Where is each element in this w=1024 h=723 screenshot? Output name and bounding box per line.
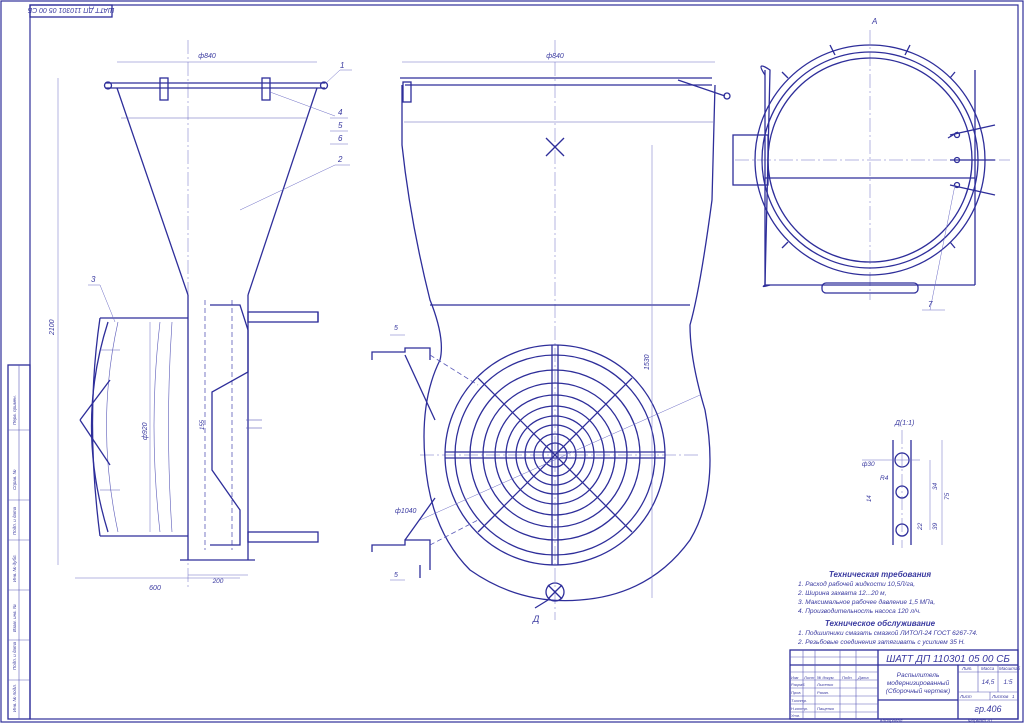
dim-75: 75: [944, 492, 951, 500]
view-label-a: А: [871, 17, 877, 26]
dim-side-base: 600: [149, 585, 161, 592]
side-stamp: Инв. № подл. Подп. и дата Взам. инв. № И…: [7, 364, 31, 720]
requirement-4: 4. Производительность насоса 120 л/ч.: [798, 607, 921, 615]
dim-r4: R4: [880, 475, 889, 482]
tb-row-prov: Пров.: [791, 690, 802, 695]
tb-mass: 14,5: [982, 679, 995, 686]
dim-22: 22: [917, 522, 924, 531]
dim-34: 34: [932, 482, 939, 490]
dim-pipe: 155: [200, 419, 206, 430]
tb-col-list: Лист: [803, 675, 815, 680]
tb-sheets-num: 1: [1012, 694, 1015, 699]
dim-d30: ф30: [862, 461, 875, 468]
requirement-1: 1. Расход рабочей жидкости 10,5Л/га,: [798, 580, 915, 588]
tb-format: Формат А1: [968, 718, 993, 723]
side-stamp-5: Подп. и дата: [12, 506, 17, 535]
dim-offset-bottom: 5: [394, 572, 398, 579]
side-stamp-1: Инв. № подл.: [12, 684, 17, 712]
tb-row-tkontr: Т.контр.: [791, 698, 807, 703]
dim-front-top: ф840: [546, 53, 564, 60]
side-stamp-3: Взам. инв. №: [12, 604, 17, 632]
tb-hdr-lit: Лит.: [961, 666, 973, 671]
top-stamp: ШАТТ ДП 110301 05 00 СБ: [27, 6, 114, 13]
tb-name-utv: Пащенко: [817, 706, 835, 711]
front-view: ф840 1530 ф1040 5 5 Д: [371, 40, 731, 624]
dim-front-height: 1530: [644, 354, 651, 370]
tb-hdr-scale: Масштаб: [999, 666, 1020, 671]
maintenance-1: 1. Подшипники смазать смазкой ЛИТОЛ-24 Г…: [798, 629, 978, 637]
dim-14: 14: [867, 495, 873, 502]
dim-neck: 200: [212, 578, 224, 585]
assembly-drawing: ШАТТ ДП 110301 05 00 СБ Инв. № подл. Под…: [0, 0, 1024, 723]
tb-col-date: Дата: [857, 675, 869, 680]
side-stamp-2: Подп. и дата: [12, 641, 17, 670]
dim-39: 39: [932, 522, 939, 530]
tb-sheet: Лист: [959, 694, 972, 699]
side-stamp-7: Перв. примен.: [12, 395, 17, 425]
requirements-title: Техническая требования: [829, 570, 932, 579]
callout-5: 5: [338, 121, 343, 130]
tb-group: гр.406: [975, 704, 1002, 714]
tb-row-nkontr: Н.контр.: [791, 706, 808, 711]
side-view: ф840 2100 600 200 ф920 155 1 4 5 6 2 3: [49, 40, 352, 592]
title-block: Изм Лист № докум. Подп. Дата Разраб. Лыс…: [789, 649, 1020, 723]
maintenance-2: 2. Резьбовые соединения затягивать с уси…: [797, 638, 965, 646]
tb-col-doc: № докум.: [817, 675, 835, 680]
requirement-3: 3. Максимальное рабочее давление 1,5 МПа…: [798, 598, 935, 606]
dim-height: 2100: [49, 319, 56, 336]
requirement-2: 2. Ширина захвата 12...20 м,: [797, 590, 887, 597]
tb-name-prov: Рязан.: [817, 690, 829, 695]
tb-scale: 1:5: [1003, 679, 1012, 686]
technical-notes: Техническая требования 1. Расход рабочей…: [797, 570, 978, 646]
callout-4: 4: [338, 108, 343, 117]
tb-name-2: модернизированный: [887, 679, 950, 687]
side-stamp-6: Справ. №: [12, 469, 17, 490]
dim-drum: ф920: [142, 422, 149, 440]
callout-6: 6: [338, 134, 343, 143]
tb-sheets: Листов: [991, 694, 1009, 699]
callout-3: 3: [91, 275, 96, 284]
tb-name-3: (Сборочный чертеж): [886, 687, 950, 695]
view-label-d: Д: [532, 614, 540, 624]
tb-copied: Копировал: [880, 718, 903, 723]
tb-name-razrab: Лысенко: [816, 682, 834, 687]
tb-designation: ШАТТ ДП 110301 05 00 СБ: [886, 654, 1010, 665]
detail-d: Д(1:1) ф30 R4 34 22 39 75 14: [862, 420, 951, 548]
tb-col-sign: Подп.: [842, 675, 853, 680]
maintenance-title: Техническое обслуживание: [825, 619, 936, 628]
dim-offset-top: 5: [394, 325, 398, 332]
dim-wheel: ф1040: [395, 508, 417, 515]
top-view: А 7: [732, 17, 1010, 311]
tb-hdr-mass: Масса: [981, 666, 995, 671]
callout-1: 1: [340, 61, 344, 70]
tb-col-izm: Изм: [791, 675, 799, 680]
tb-name-1: Распылитель: [897, 672, 940, 679]
callout-2: 2: [337, 155, 343, 164]
tb-row-utv: Утв.: [791, 713, 800, 718]
side-stamp-4: Инв. № дубл.: [12, 554, 17, 582]
dim-side-top: ф840: [198, 53, 216, 60]
callout-7: 7: [928, 300, 933, 309]
tb-row-razrab: Разраб.: [791, 682, 805, 687]
view-label-detail: Д(1:1): [894, 420, 914, 427]
